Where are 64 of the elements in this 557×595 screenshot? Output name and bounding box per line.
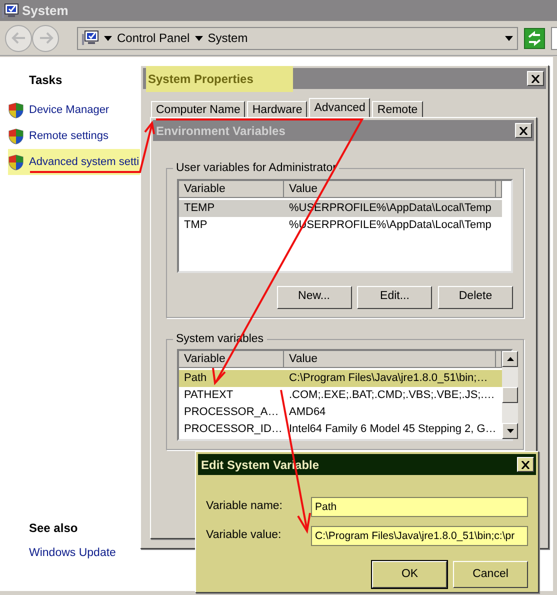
close-button[interactable] [527, 71, 544, 86]
up-arrow-icon [506, 357, 514, 361]
shield-icon [8, 128, 24, 144]
close-button[interactable] [515, 123, 532, 138]
variable-value: C:\Program Files\Java\jre1.8.0_51\bin;… [288, 371, 489, 386]
tasks-heading: Tasks [29, 72, 62, 89]
caret-icon[interactable] [104, 36, 112, 40]
breadcrumb[interactable]: Control Panel [117, 29, 190, 47]
see-also-heading: See also [29, 520, 79, 537]
field-label: Variable value: [206, 528, 282, 543]
task-link[interactable]: Advanced system setti [8, 149, 140, 175]
dialog-title: Environment Variables [156, 122, 286, 140]
refresh-icon [527, 30, 542, 46]
variable-name: TMP [183, 218, 208, 232]
window-title: System [22, 2, 68, 20]
edit-button[interactable]: Edit... [357, 286, 432, 308]
field-label: Variable name: [206, 498, 284, 514]
scroll-up-button[interactable] [502, 351, 518, 367]
list-row[interactable]: PROCESSOR_A… AMD64 [179, 404, 502, 421]
scrollbar[interactable] [502, 351, 518, 439]
task-link[interactable]: Device Manager [8, 97, 110, 123]
arrow-right-icon [38, 31, 54, 45]
caret-icon[interactable] [194, 36, 203, 40]
variable-name: PROCESSOR_A… [183, 405, 280, 420]
cancel-button[interactable]: Cancel [453, 561, 528, 588]
computer-icon [82, 30, 99, 46]
dialog-title: System Properties [146, 66, 294, 92]
task-link[interactable]: Remote settings [8, 123, 110, 149]
close-button[interactable] [517, 457, 534, 472]
address-bar[interactable]: Control Panel System [77, 26, 518, 50]
breadcrumb[interactable]: System [208, 29, 248, 47]
variable-name: TEMP [183, 200, 216, 216]
column-header[interactable]: Value [284, 351, 496, 368]
shield-icon [8, 102, 24, 118]
column-header[interactable]: Variable [179, 351, 284, 368]
variable-value: Intel64 Family 6 Model 45 Stepping 2, G… [288, 422, 498, 437]
arrow-left-icon [10, 31, 26, 45]
action-button[interactable]: New... [276, 286, 352, 308]
computer-icon [2, 2, 19, 18]
scroll-down-button[interactable] [502, 423, 518, 439]
ok-button[interactable]: OK [372, 561, 448, 588]
down-arrow-icon [506, 429, 514, 433]
close-icon [531, 74, 540, 82]
search-field[interactable] [551, 26, 557, 50]
variable-value: AMD64 [288, 405, 327, 420]
list-row[interactable]: PROCESSOR_ID… Intel64 Family 6 Model 45 Stepping 2, G… [179, 421, 502, 438]
list-row[interactable]: Path C:\Program Files\Java\jre1.8.0_51\bin;… [179, 370, 502, 387]
text-field[interactable]: C:\Program Files\Java\jre1.8.0_51\bin;c:\pr [311, 526, 528, 546]
text-field[interactable]: Path [311, 496, 528, 516]
close-icon [519, 126, 528, 134]
variable-name: PATHEXT [183, 388, 234, 403]
column-header[interactable]: Value [284, 180, 496, 198]
variable-name: PROCESSOR_ID… [183, 422, 284, 437]
refresh-button[interactable] [524, 28, 545, 48]
shield-icon [8, 154, 24, 170]
scroll-thumb[interactable] [502, 387, 518, 403]
see-also-link[interactable]: Windows Update [29, 545, 116, 562]
caret-icon[interactable] [505, 36, 513, 40]
column-header[interactable]: Variable [179, 180, 284, 198]
action-button[interactable]: Delete [438, 286, 513, 308]
list-row[interactable]: PATHEXT .COM;.EXE;.BAT;.CMD;.VBS;.VBE;.JS;.… [179, 387, 502, 404]
variable-name: Path [183, 371, 208, 386]
close-icon [521, 460, 530, 468]
variable-value: .COM;.EXE;.BAT;.CMD;.VBS;.VBE;.JS;.… [288, 388, 496, 403]
